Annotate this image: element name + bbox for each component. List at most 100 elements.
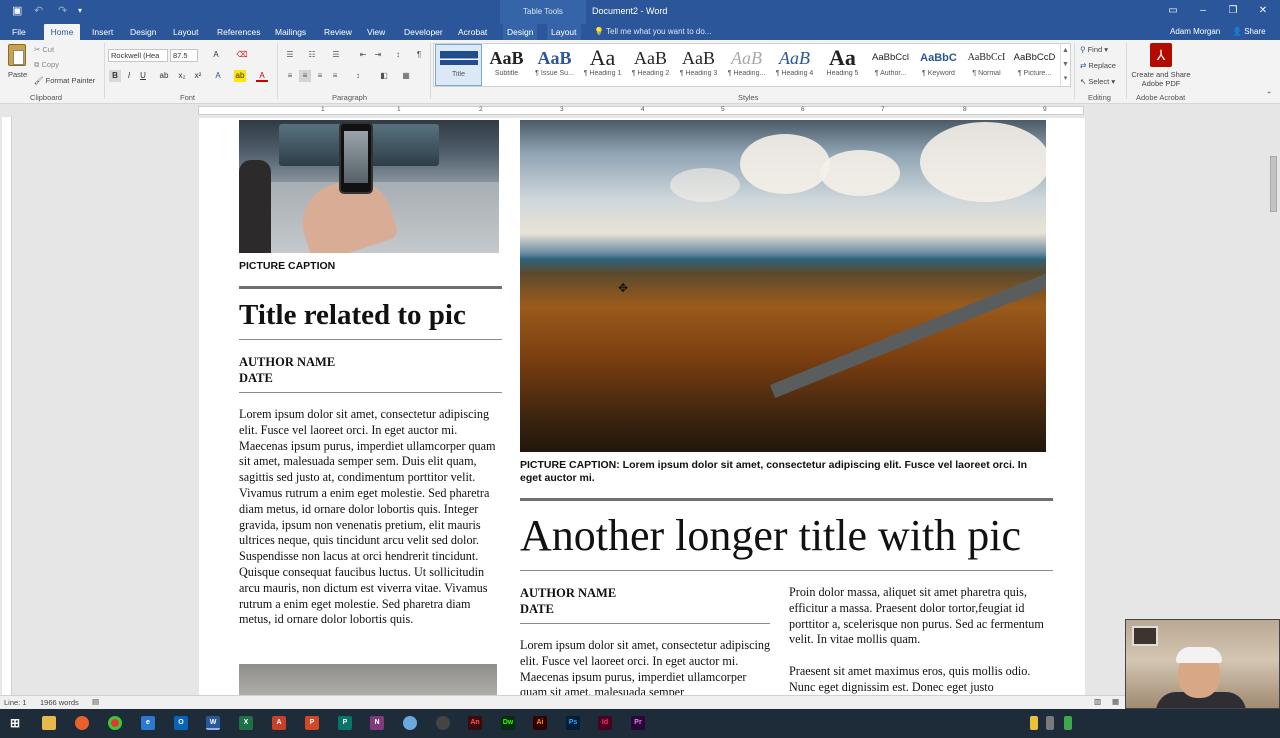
save-icon[interactable]: ▣ [12, 4, 22, 18]
line-indicator[interactable]: Line: 1 [4, 698, 27, 707]
chrome-icon[interactable] [108, 716, 122, 730]
style-keyword[interactable]: AaBbC ¶ Keyword [915, 44, 962, 86]
decrease-indent-icon[interactable]: ⇤ [357, 49, 369, 61]
read-mode-icon[interactable]: ▥ [1094, 697, 1101, 706]
macro-record-icon[interactable]: ▤ [92, 697, 99, 706]
undo-icon[interactable]: ↶ [34, 4, 43, 18]
ribbon-display-options-icon[interactable]: ▭ [1166, 4, 1180, 18]
bullets-icon[interactable]: ☰ [284, 49, 296, 61]
font-name-box[interactable]: Rockwell (Hea [108, 49, 168, 62]
publisher-icon[interactable]: P [338, 716, 352, 730]
outlook-icon[interactable]: O [174, 716, 188, 730]
app-icon[interactable] [436, 716, 450, 730]
replace-button[interactable]: ⇄ Replace [1080, 61, 1116, 70]
tab-insert[interactable]: Insert [88, 24, 117, 40]
tab-developer[interactable]: Developer [400, 24, 447, 40]
animate-icon[interactable]: An [468, 716, 482, 730]
tell-me-search[interactable]: 💡 Tell me what you want to do... [594, 24, 711, 40]
justify-icon[interactable]: ≡ [329, 70, 341, 82]
user-name[interactable]: Adam Morgan [1170, 24, 1220, 40]
cut-button[interactable]: ✂ Cut [34, 45, 54, 54]
show-marks-icon[interactable]: ¶ [413, 49, 425, 61]
style-picture[interactable]: AaBbCcD ¶ Picture... [1011, 44, 1058, 86]
style-title[interactable]: Title [435, 44, 482, 86]
style-subtitle[interactable]: AaB Subtitle [483, 44, 530, 86]
shading-icon[interactable]: ◧ [378, 70, 390, 82]
firefox-icon[interactable] [75, 716, 89, 730]
collapse-ribbon-icon[interactable]: ⌃ [1266, 90, 1272, 99]
indesign-icon[interactable]: Id [598, 716, 612, 730]
highlight-icon[interactable]: ab [234, 70, 246, 82]
acrobat-icon[interactable]: A [272, 716, 286, 730]
photoshop-icon[interactable]: Ps [566, 716, 580, 730]
scrollbar-thumb[interactable] [1270, 156, 1277, 212]
tab-file[interactable]: File [8, 24, 30, 40]
grow-font-icon[interactable]: A [210, 49, 222, 61]
borders-icon[interactable]: ▦ [400, 70, 412, 82]
align-center-icon[interactable]: ≡ [299, 70, 311, 82]
text-effects-icon[interactable]: A [212, 70, 224, 82]
bottom-photo[interactable] [239, 664, 497, 695]
file-explorer-icon[interactable] [42, 716, 56, 730]
style-heading-1[interactable]: Aa ¶ Heading 1 [579, 44, 626, 86]
word-icon[interactable]: W [206, 716, 220, 730]
tab-view[interactable]: View [363, 24, 389, 40]
premiere-icon[interactable]: Pr [631, 716, 645, 730]
styles-scroll-icon[interactable]: ▲ ▼ ▾ [1060, 44, 1070, 86]
line-spacing-icon[interactable]: ↕ [352, 70, 364, 82]
align-right-icon[interactable]: ≡ [314, 70, 326, 82]
horizontal-ruler[interactable]: 1 1 2 3 4 5 6 7 8 9 [0, 104, 1280, 117]
restore-button[interactable]: ❐ [1226, 4, 1240, 18]
tray-icon[interactable] [1064, 716, 1072, 730]
tab-references[interactable]: References [213, 24, 264, 40]
powerpoint-icon[interactable]: P [305, 716, 319, 730]
print-layout-icon[interactable]: ▦ [1112, 697, 1119, 706]
minimize-button[interactable]: – [1196, 4, 1210, 18]
tab-table-layout[interactable]: Layout [547, 24, 581, 40]
style-heading-5[interactable]: Aa Heading 5 [819, 44, 866, 86]
underline-button[interactable]: U [137, 70, 149, 82]
excel-icon[interactable]: X [239, 716, 253, 730]
tab-table-design[interactable]: Design [503, 24, 538, 40]
start-icon[interactable]: ⊞ [8, 716, 22, 730]
document-page[interactable]: PICTURE CAPTION Title related to pic AUT… [199, 118, 1085, 695]
dreamweaver-icon[interactable]: Dw [501, 716, 515, 730]
tray-icon[interactable] [1046, 716, 1054, 730]
tab-review[interactable]: Review [320, 24, 356, 40]
word-count[interactable]: 1966 words [40, 698, 79, 707]
vertical-scrollbar[interactable] [1267, 104, 1280, 695]
close-button[interactable]: ✕ [1256, 4, 1270, 18]
find-button[interactable]: ⚲ Find ▾ [1080, 45, 1108, 54]
paste-button[interactable]: Paste [8, 70, 27, 79]
paint-icon[interactable] [403, 716, 417, 730]
sort-icon[interactable]: ↕ [392, 49, 404, 61]
tab-home[interactable]: Home [44, 24, 80, 41]
create-share-pdf-button[interactable]: Create and Share Adobe PDF [1130, 70, 1192, 88]
tab-mailings[interactable]: Mailings [271, 24, 310, 40]
font-color-icon[interactable]: A [256, 70, 268, 82]
tab-acrobat[interactable]: Acrobat [454, 24, 491, 40]
share-button[interactable]: 👤 Share [1232, 24, 1266, 40]
clear-formatting-icon[interactable]: ⌫ [236, 49, 248, 61]
style-normal[interactable]: AaBbCcI ¶ Normal [963, 44, 1010, 86]
illustrator-icon[interactable]: Ai [533, 716, 547, 730]
style-issue[interactable]: AaB ¶ Issue Su... [531, 44, 578, 86]
autumn-landscape-photo[interactable] [520, 120, 1046, 452]
style-heading-2[interactable]: AaB ¶ Heading 2 [627, 44, 674, 86]
phone-photo[interactable] [239, 120, 499, 253]
tab-layout[interactable]: Layout [169, 24, 203, 40]
vertical-ruler[interactable] [2, 117, 12, 695]
tab-design[interactable]: Design [126, 24, 160, 40]
increase-indent-icon[interactable]: ⇥ [372, 49, 384, 61]
numbering-icon[interactable]: ☷ [306, 49, 318, 61]
subscript-button[interactable]: x₂ [176, 70, 188, 82]
format-painter-button[interactable]: 🖌 Format Painter [34, 76, 95, 85]
onenote-icon[interactable]: N [370, 716, 384, 730]
adobe-pdf-icon[interactable]: ⅄ [1150, 43, 1172, 67]
style-heading-3[interactable]: AaB ¶ Heading 3 [675, 44, 722, 86]
copy-button[interactable]: ⧉ Copy [34, 60, 59, 70]
edge-icon[interactable]: e [141, 716, 155, 730]
select-button[interactable]: ↖ Select ▾ [1080, 77, 1115, 86]
multilevel-list-icon[interactable]: ☰ [330, 49, 342, 61]
italic-button[interactable]: I [123, 70, 135, 82]
